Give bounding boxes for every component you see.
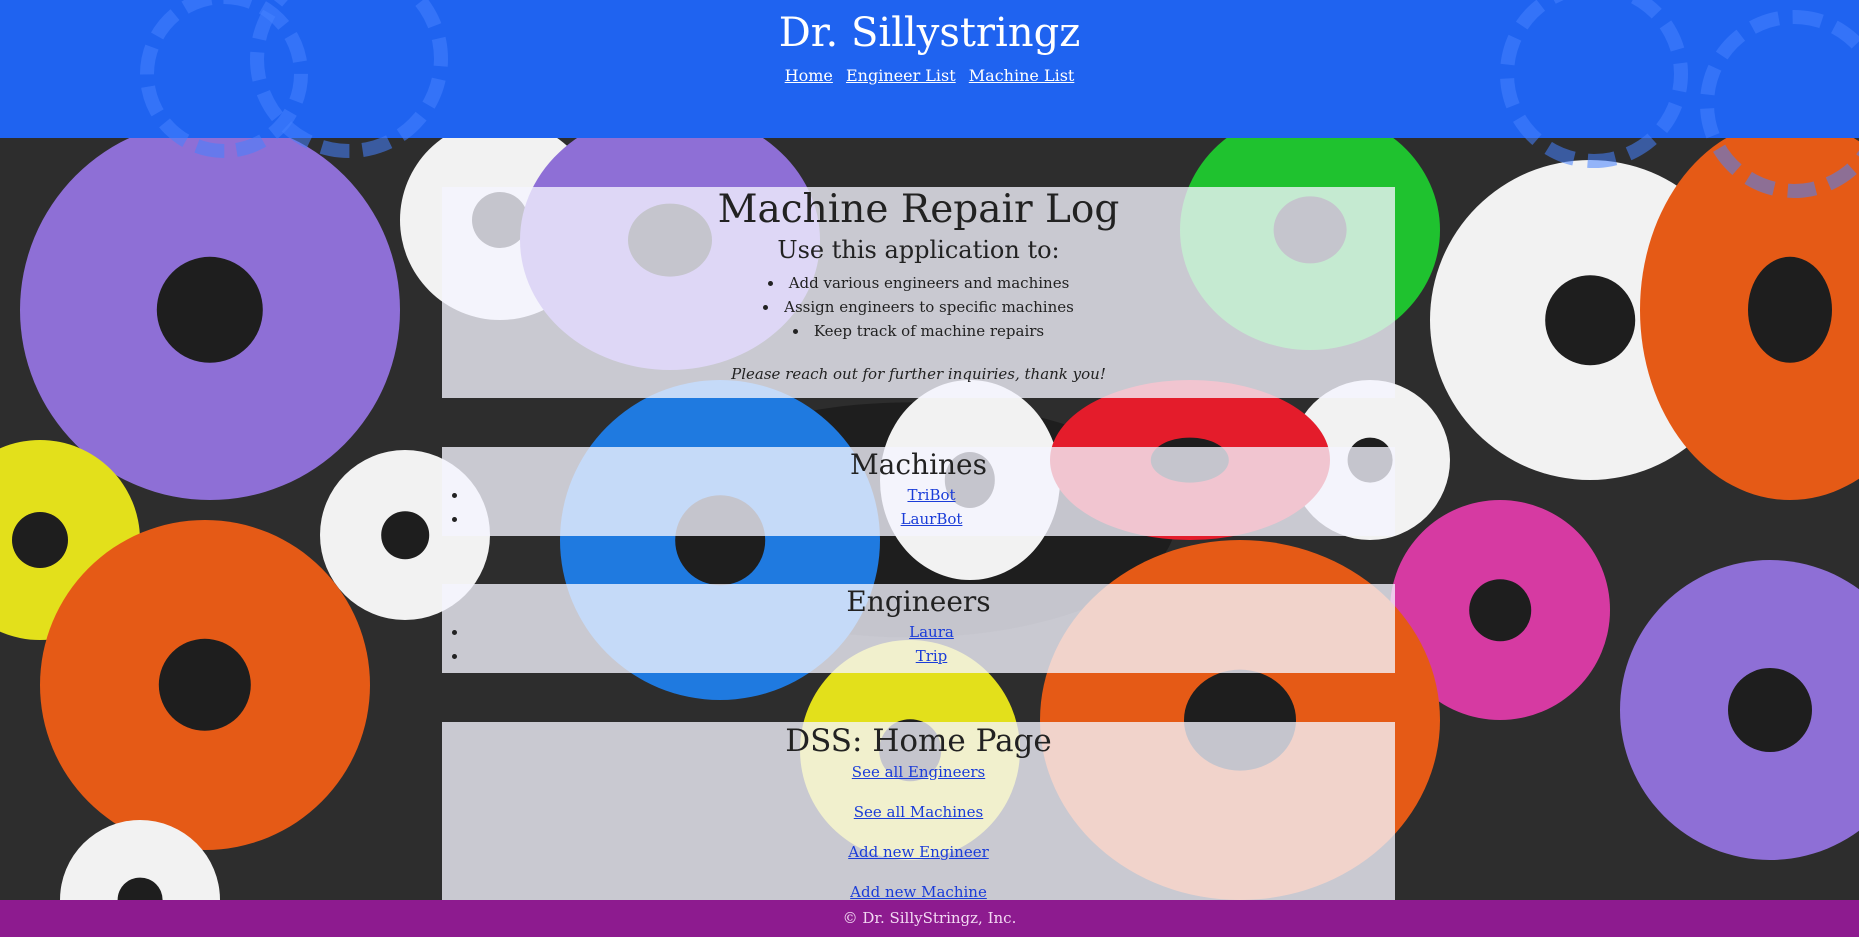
intro-subtitle: Use this application to: [777, 236, 1060, 264]
engineer-list-item: Trip [468, 644, 1395, 668]
feature-list: Add various engineers and machines Assig… [442, 271, 1395, 343]
add-new-engineer-link[interactable]: Add new Engineer [848, 842, 989, 862]
machines-heading: Machines [849, 448, 987, 481]
site-footer: © Dr. SillyStringz, Inc. [0, 900, 1859, 937]
page-title: Machine Repair Log [717, 187, 1120, 232]
feature-item: Add various engineers and machines [442, 271, 1395, 295]
add-new-machine-link[interactable]: Add new Machine [850, 882, 987, 902]
see-all-engineers-link[interactable]: See all Engineers [852, 762, 985, 782]
nav-machine-list-link[interactable]: Machine List [969, 66, 1075, 85]
engineer-link-trip[interactable]: Trip [916, 647, 948, 665]
engineer-list-item: Laura [468, 620, 1395, 644]
inquiry-note: Please reach out for further inquiries, … [731, 365, 1106, 383]
see-all-machines-link[interactable]: See all Machines [854, 802, 984, 822]
main-nav: Home Engineer List Machine List [0, 66, 1859, 85]
home-links: See all Engineers See all Machines Add n… [442, 762, 1395, 902]
nav-home-link[interactable]: Home [785, 66, 833, 85]
intro-panel: Machine Repair Log Use this application … [442, 187, 1395, 398]
machine-list-item: LaurBot [468, 507, 1395, 531]
engineer-link-laura[interactable]: Laura [909, 623, 954, 641]
machine-link-laurbot[interactable]: LaurBot [901, 510, 963, 528]
engineers-list: Laura Trip [442, 620, 1395, 668]
nav-engineer-list-link[interactable]: Engineer List [846, 66, 956, 85]
engineers-panel: Engineers Laura Trip [442, 584, 1395, 673]
machines-panel: Machines TriBot LaurBot [442, 447, 1395, 536]
footer-copyright: © Dr. SillyStringz, Inc. [842, 909, 1017, 927]
feature-item: Assign engineers to specific machines [442, 295, 1395, 319]
feature-item: Keep track of machine repairs [442, 319, 1395, 343]
machine-list-item: TriBot [468, 483, 1395, 507]
machines-list: TriBot LaurBot [442, 483, 1395, 531]
site-title: Dr. Sillystringz [778, 10, 1081, 56]
engineers-heading: Engineers [846, 585, 991, 618]
site-header: Dr. Sillystringz Home Engineer List Mach… [0, 0, 1859, 198]
machine-link-tribot[interactable]: TriBot [907, 486, 955, 504]
home-heading: DSS: Home Page [785, 723, 1052, 759]
